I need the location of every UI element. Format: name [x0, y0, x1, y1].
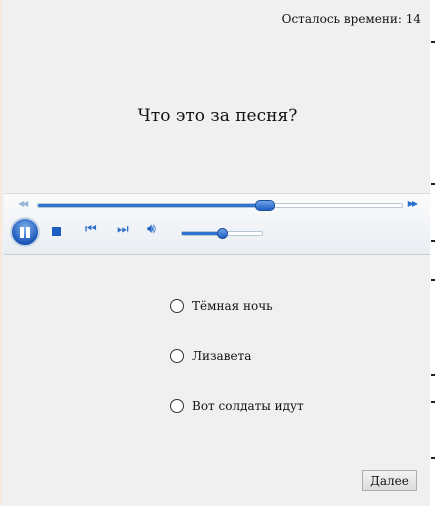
stop-icon[interactable]: [52, 227, 61, 236]
next-icon[interactable]: ⏭: [117, 222, 129, 237]
volume-slider[interactable]: [181, 228, 263, 239]
volume-icon[interactable]: 🔊︎: [147, 221, 156, 237]
radio-button[interactable]: [170, 399, 184, 413]
question-text: Что это за песня?: [137, 106, 298, 126]
radio-button[interactable]: [170, 299, 184, 313]
window-right-edge: [430, 0, 435, 506]
seek-bar-row: ◀◀ ▶▶: [4, 194, 430, 214]
answer-label: Вот солдаты идут: [192, 399, 304, 413]
seek-thumb[interactable]: [254, 200, 275, 211]
next-button[interactable]: Далее: [362, 470, 417, 491]
media-player: ◀◀ ▶▶ ⏮ ⏭ 🔊︎: [4, 193, 430, 255]
volume-thumb[interactable]: [217, 228, 228, 239]
time-remaining: Осталось времени: 14: [281, 12, 421, 26]
pause-icon[interactable]: [10, 217, 40, 247]
seek-slider[interactable]: [37, 200, 403, 211]
seek-progress: [38, 204, 264, 207]
window-left-edge: [0, 0, 2, 506]
previous-icon[interactable]: ⏮: [85, 222, 97, 237]
rewind-icon[interactable]: ◀◀: [18, 199, 28, 208]
fast-forward-icon[interactable]: ▶▶: [408, 199, 418, 208]
radio-button[interactable]: [170, 349, 184, 363]
player-controls: ⏮ ⏭ 🔊︎: [4, 214, 430, 252]
answer-label: Тёмная ночь: [192, 299, 273, 313]
volume-level: [182, 232, 222, 235]
answer-label: Лизавета: [192, 349, 252, 363]
